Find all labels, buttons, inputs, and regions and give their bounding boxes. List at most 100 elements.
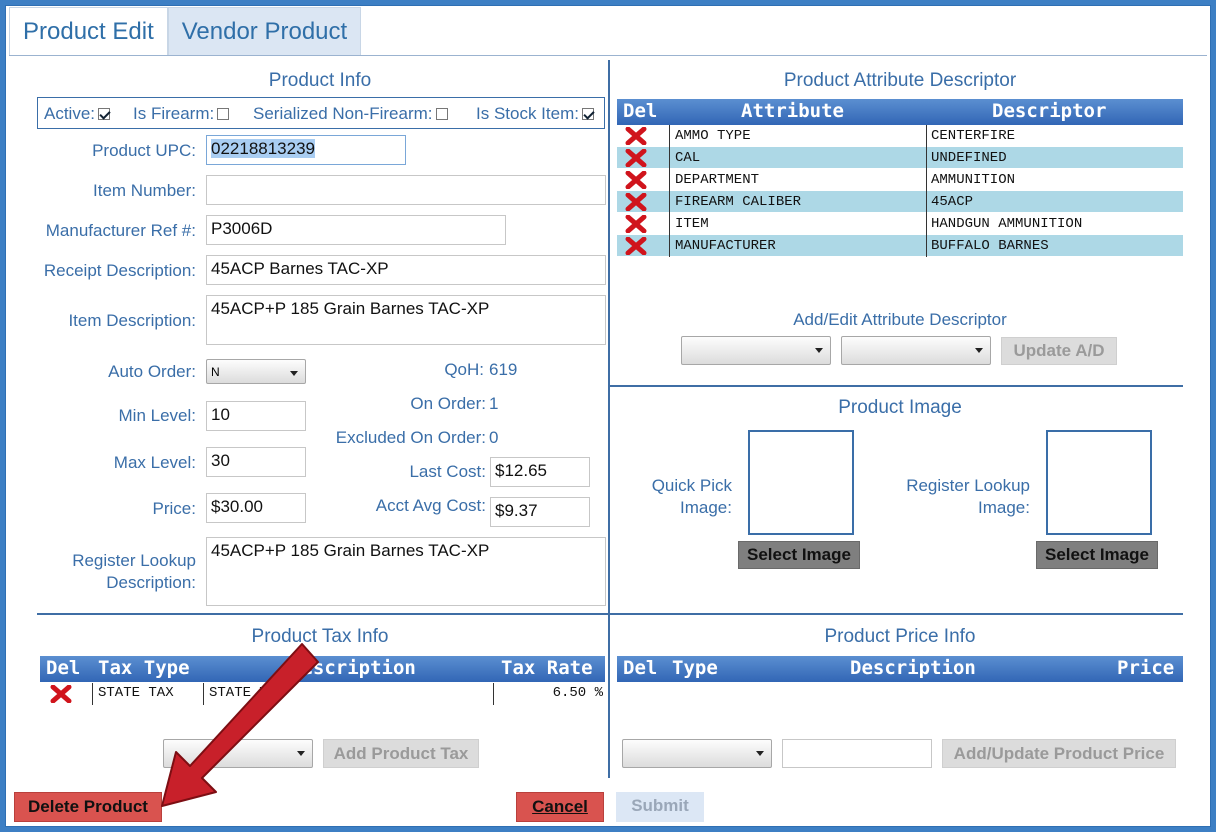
on-order-label: On Order: xyxy=(410,394,486,413)
tax-col-rate: Tax Rate xyxy=(501,657,593,679)
reg-lookup-label-line2: Description: xyxy=(106,573,196,592)
cancel-button[interactable]: Cancel xyxy=(516,792,604,822)
delete-x-icon[interactable] xyxy=(625,215,647,233)
update-ad-button[interactable]: Update A/D xyxy=(1001,337,1117,365)
auto-order-label: Auto Order: xyxy=(108,362,196,381)
auto-order-select[interactable]: N xyxy=(206,359,306,384)
delete-x-icon[interactable] xyxy=(625,149,647,167)
descriptor-cell: 45ACP xyxy=(926,191,1183,213)
descriptor-cell: BUFFALO BARNES xyxy=(926,235,1183,257)
receipt-desc-label: Receipt Description: xyxy=(43,261,196,280)
serialized-label: Serialized Non-Firearm: xyxy=(253,104,433,123)
select-reg-lookup-image-button[interactable]: Select Image xyxy=(1036,541,1158,569)
stock-item-checkbox[interactable] xyxy=(581,108,594,120)
add-product-tax-button[interactable]: Add Product Tax xyxy=(323,739,479,768)
stock-item-label: Is Stock Item: xyxy=(476,104,579,123)
last-cost-input[interactable]: $12.65 xyxy=(490,457,590,487)
delete-x-icon[interactable] xyxy=(50,685,72,703)
firearm-flag: Is Firearm: xyxy=(133,104,230,124)
is-firearm-label: Is Firearm: xyxy=(133,104,215,123)
price-header: Del Type Description Price xyxy=(617,656,1183,682)
reg-lookup-textarea[interactable]: 45ACP+P 185 Grain Barnes TAC-XP xyxy=(206,537,606,606)
descriptor-cell: AMMUNITION xyxy=(926,169,1183,191)
descriptor-cell: HANDGUN AMMUNITION xyxy=(926,213,1183,235)
delete-x-icon[interactable] xyxy=(625,171,647,189)
on-order-value: 1 xyxy=(489,394,499,413)
attribute-cell: ITEM xyxy=(669,213,926,235)
attr-col-descriptor: Descriptor xyxy=(992,100,1107,122)
add-update-price-button[interactable]: Add/Update Product Price xyxy=(942,739,1176,768)
max-level-input[interactable]: 30 xyxy=(206,447,306,477)
mfr-ref-input[interactable]: P3006D xyxy=(206,215,506,245)
reg-lookup-image xyxy=(1046,430,1152,535)
submit-button[interactable]: Submit xyxy=(616,792,704,822)
avg-cost-input[interactable]: $9.37 xyxy=(490,497,590,527)
delete-x-icon[interactable] xyxy=(625,127,647,145)
item-desc-label: Item Description: xyxy=(68,311,196,330)
mfr-ref-label: Manufacturer Ref #: xyxy=(45,221,196,240)
vertical-divider xyxy=(608,60,610,778)
tab-vendor-product[interactable]: Vendor Product xyxy=(167,7,362,55)
delete-x-icon[interactable] xyxy=(625,237,647,255)
attribute-cell: CAL xyxy=(669,147,926,169)
reg-lookup-label-line1: Register Lookup xyxy=(72,551,196,570)
product-info-title: Product Info xyxy=(268,70,372,91)
price-label: Price: xyxy=(152,499,196,518)
excluded-label: Excluded On Order: xyxy=(335,428,486,447)
descriptor-cell: UNDEFINED xyxy=(926,147,1183,169)
attribute-cell: MANUFACTURER xyxy=(669,235,926,257)
serialized-checkbox[interactable] xyxy=(435,108,448,120)
product-image-title: Product Image xyxy=(838,397,962,418)
active-flag: Active: xyxy=(44,104,111,124)
tax-rate-cell: 6.50 % xyxy=(493,683,603,705)
quick-pick-label-line1: Quick Pick xyxy=(651,476,732,495)
attribute-row: FIREARM CALIBER 45ACP xyxy=(617,191,1183,213)
tab-product-edit[interactable]: Product Edit xyxy=(9,7,168,55)
auto-order-value: N xyxy=(211,365,220,379)
select-quick-pick-image-button[interactable]: Select Image xyxy=(738,541,860,569)
divider-left xyxy=(37,613,609,615)
qoh-value: 619 xyxy=(489,360,518,379)
price-col-desc: Description xyxy=(850,657,976,679)
attr-col-del: Del xyxy=(623,100,658,122)
price-col-type: Type xyxy=(672,657,718,679)
add-edit-attr-title: Add/Edit Attribute Descriptor xyxy=(793,310,1007,329)
chevron-down-icon xyxy=(975,348,983,353)
min-level-label: Min Level: xyxy=(118,406,196,425)
tax-col-del: Del xyxy=(46,657,81,679)
attribute-row: ITEM HANDGUN AMMUNITION xyxy=(617,213,1183,235)
attribute-row: CAL UNDEFINED xyxy=(617,147,1183,169)
attr-col-attribute: Attribute xyxy=(741,100,844,122)
active-label: Active: xyxy=(44,104,96,123)
stock-item-flag: Is Stock Item: xyxy=(476,104,594,124)
avg-cost-label: Acct Avg Cost: xyxy=(375,496,486,515)
serialized-flag: Serialized Non-Firearm: xyxy=(253,104,448,124)
price-info-title: Product Price Info xyxy=(824,626,976,647)
receipt-desc-input[interactable]: 45ACP Barnes TAC-XP xyxy=(206,255,606,285)
attribute-select[interactable] xyxy=(681,336,831,365)
upc-label: Product UPC: xyxy=(92,141,196,160)
price-type-select[interactable] xyxy=(622,739,772,768)
divider-right-bottom xyxy=(610,613,1183,615)
descriptor-select[interactable] xyxy=(841,336,991,365)
active-checkbox[interactable] xyxy=(98,108,111,120)
item-number-input[interactable] xyxy=(206,175,606,205)
attribute-cell: DEPARTMENT xyxy=(669,169,926,191)
min-level-input[interactable]: 10 xyxy=(206,401,306,431)
is-firearm-checkbox[interactable] xyxy=(217,108,230,120)
excluded-value: 0 xyxy=(489,428,499,447)
quick-pick-label-line2: Image: xyxy=(680,498,732,517)
upc-input[interactable]: 02218813239 xyxy=(206,135,406,165)
reg-lookup-image-label-line2: Image: xyxy=(978,498,1030,517)
attribute-row: AMMO TYPE CENTERFIRE xyxy=(617,125,1183,147)
item-number-label: Item Number: xyxy=(93,181,196,200)
delete-x-icon[interactable] xyxy=(625,193,647,211)
price-description-input[interactable] xyxy=(782,739,932,768)
item-desc-textarea[interactable]: 45ACP+P 185 Grain Barnes TAC-XP xyxy=(206,295,606,345)
price-input[interactable]: $30.00 xyxy=(206,493,306,523)
reg-lookup-image-label-line1: Register Lookup xyxy=(906,476,1030,495)
tab-bar: Product Edit Vendor Product xyxy=(9,7,362,57)
tab-divider xyxy=(9,55,1207,56)
chevron-down-icon xyxy=(756,751,764,756)
qoh-label: QoH: xyxy=(444,360,484,379)
